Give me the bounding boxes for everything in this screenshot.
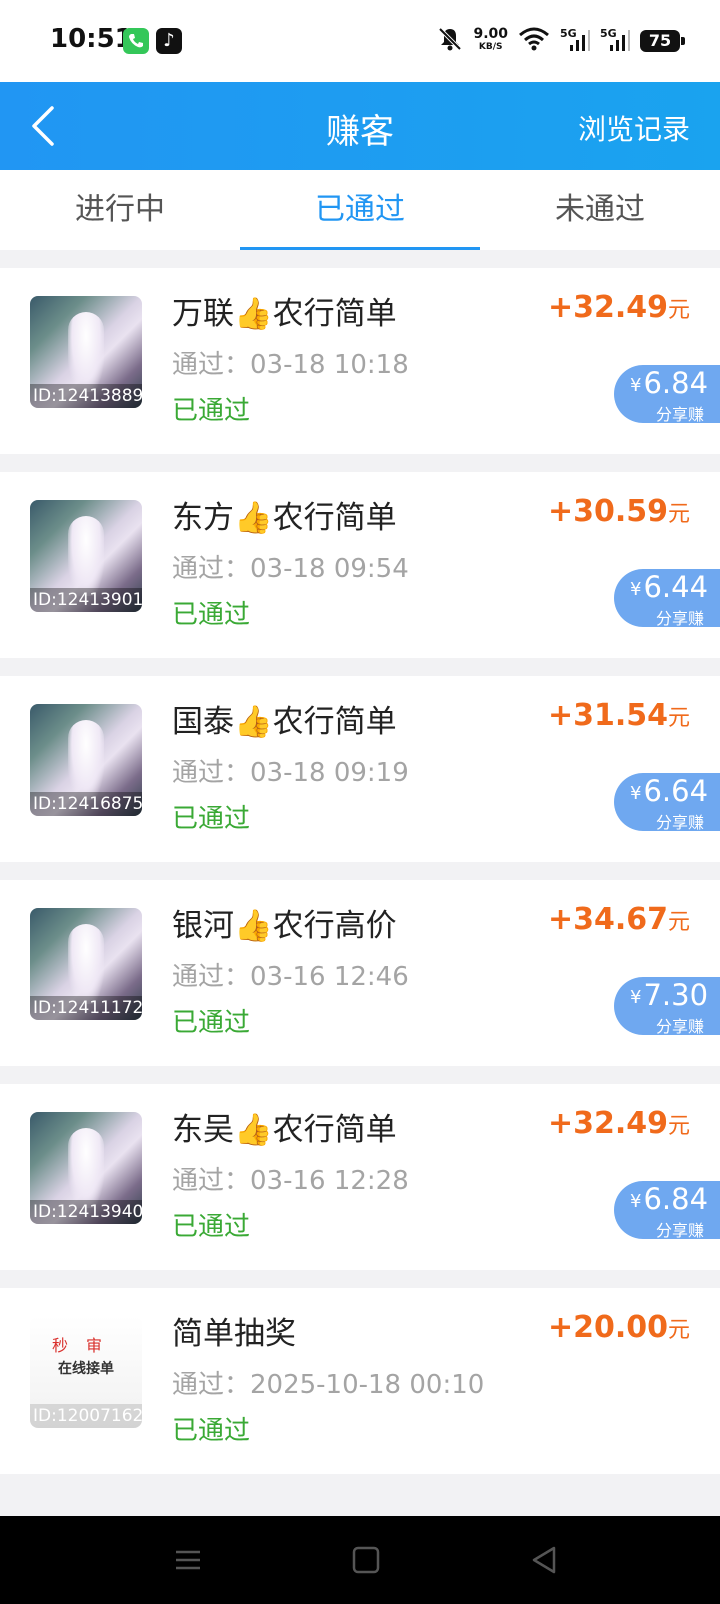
reward-amount: +30.59元 — [547, 494, 690, 529]
tiktok-app-icon: ♪ — [156, 28, 182, 54]
status-indicators: 9.00 KB/S 5G 5G 75 — [437, 26, 685, 56]
status-label: 已通过 — [172, 600, 251, 630]
yen-icon: ¥ — [630, 374, 642, 396]
reward-amount: +31.54元 — [547, 698, 690, 733]
task-id: ID:12411172 — [30, 996, 142, 1020]
menu-icon[interactable] — [170, 1542, 206, 1578]
pass-time: 通过：03-18 09:19 — [172, 758, 409, 788]
status-label: 已通过 — [172, 1212, 251, 1242]
system-nav-bar — [0, 1516, 720, 1604]
list-item[interactable]: ID:12413940 东吴👍农行简单 通过：03-16 12:28 已通过 +… — [0, 1084, 720, 1270]
task-thumbnail: 秒审 在线接单 ID:12007162 — [30, 1316, 142, 1428]
task-list: ID:12413889 万联👍农行简单 通过：03-18 10:18 已通过 +… — [0, 268, 720, 1492]
yen-icon: ¥ — [630, 986, 642, 1008]
task-name: 简单抽奖 — [172, 1316, 296, 1352]
back-triangle-icon[interactable] — [526, 1542, 562, 1578]
yen-icon: ¥ — [630, 578, 642, 600]
share-earn-button[interactable]: ¥6.84 分享赚 — [614, 1181, 720, 1240]
yen-icon: ¥ — [630, 1190, 642, 1212]
tab-passed[interactable]: 已通过 — [240, 170, 480, 250]
mute-bell-icon — [437, 26, 463, 56]
pass-time: 通过：03-18 09:54 — [172, 554, 409, 584]
phone-app-icon — [123, 28, 149, 54]
reward-amount: +32.49元 — [547, 1106, 690, 1141]
reward-amount: +20.00元 — [547, 1310, 690, 1345]
list-item[interactable]: ID:12416875 国泰👍农行简单 通过：03-18 09:19 已通过 +… — [0, 676, 720, 862]
task-id: ID:12413940 — [30, 1200, 142, 1224]
pass-time: 通过：03-18 10:18 — [172, 350, 409, 380]
task-thumbnail: ID:12413901 — [30, 500, 142, 612]
promo-text: 秒审 — [51, 1336, 120, 1355]
promo-text: 在线接单 — [58, 1361, 114, 1377]
share-earn-button[interactable]: ¥6.44 分享赚 — [614, 569, 720, 628]
tab-in-progress[interactable]: 进行中 — [0, 170, 240, 250]
share-earn-button[interactable]: ¥6.64 分享赚 — [614, 773, 720, 832]
reward-amount: +34.67元 — [547, 902, 690, 937]
task-name: 国泰👍农行简单 — [172, 704, 397, 740]
task-name: 东方👍农行简单 — [172, 500, 397, 536]
status-time: 10:51 — [50, 24, 133, 54]
list-item[interactable]: ID:12413889 万联👍农行简单 通过：03-18 10:18 已通过 +… — [0, 268, 720, 454]
yen-icon: ¥ — [630, 782, 642, 804]
task-thumbnail: ID:12411172 — [30, 908, 142, 1020]
list-item[interactable]: 秒审 在线接单 ID:12007162 简单抽奖 通过：2025-10-18 0… — [0, 1288, 720, 1474]
tab-rejected[interactable]: 未通过 — [480, 170, 720, 250]
task-id: ID:12416875 — [30, 792, 142, 816]
task-name: 万联👍农行简单 — [172, 296, 397, 332]
browse-history-button[interactable]: 浏览记录 — [578, 108, 690, 148]
signal-sim2-icon: 5G — [600, 27, 630, 55]
signal-sim1-icon: 5G — [560, 27, 590, 55]
task-id: ID:12413901 — [30, 588, 142, 612]
task-name: 银河👍农行高价 — [172, 908, 397, 944]
task-thumbnail: ID:12413889 — [30, 296, 142, 408]
pass-time: 通过：03-16 12:28 — [172, 1166, 409, 1196]
task-name: 东吴👍农行简单 — [172, 1112, 397, 1148]
pass-time: 通过：2025-10-18 00:10 — [172, 1370, 485, 1400]
list-item[interactable]: ID:12411172 银河👍农行高价 通过：03-16 12:46 已通过 +… — [0, 880, 720, 1066]
battery-icon: 75 — [640, 30, 685, 52]
status-label: 已通过 — [172, 396, 251, 426]
status-bar: 10:51 ♪ 9.00 KB/S 5G 5G 75 — [0, 0, 720, 82]
status-label: 已通过 — [172, 1008, 251, 1038]
reward-amount: +32.49元 — [547, 290, 690, 325]
pass-time: 通过：03-16 12:46 — [172, 962, 409, 992]
task-thumbnail: ID:12413940 — [30, 1112, 142, 1224]
task-id: ID:12007162 — [30, 1404, 142, 1428]
share-earn-button[interactable]: ¥6.84 分享赚 — [614, 365, 720, 424]
task-id: ID:12413889 — [30, 384, 142, 408]
net-speed: 9.00 KB/S — [473, 26, 508, 52]
status-tabs: 进行中 已通过 未通过 — [0, 170, 720, 250]
status-label: 已通过 — [172, 1416, 251, 1446]
home-icon[interactable] — [348, 1542, 384, 1578]
share-earn-button[interactable]: ¥7.30 分享赚 — [614, 977, 720, 1036]
status-label: 已通过 — [172, 804, 251, 834]
list-item[interactable]: ID:12413901 东方👍农行简单 通过：03-18 09:54 已通过 +… — [0, 472, 720, 658]
app-header: 赚客 浏览记录 — [0, 82, 720, 170]
task-thumbnail: ID:12416875 — [30, 704, 142, 816]
wifi-icon — [518, 27, 550, 55]
